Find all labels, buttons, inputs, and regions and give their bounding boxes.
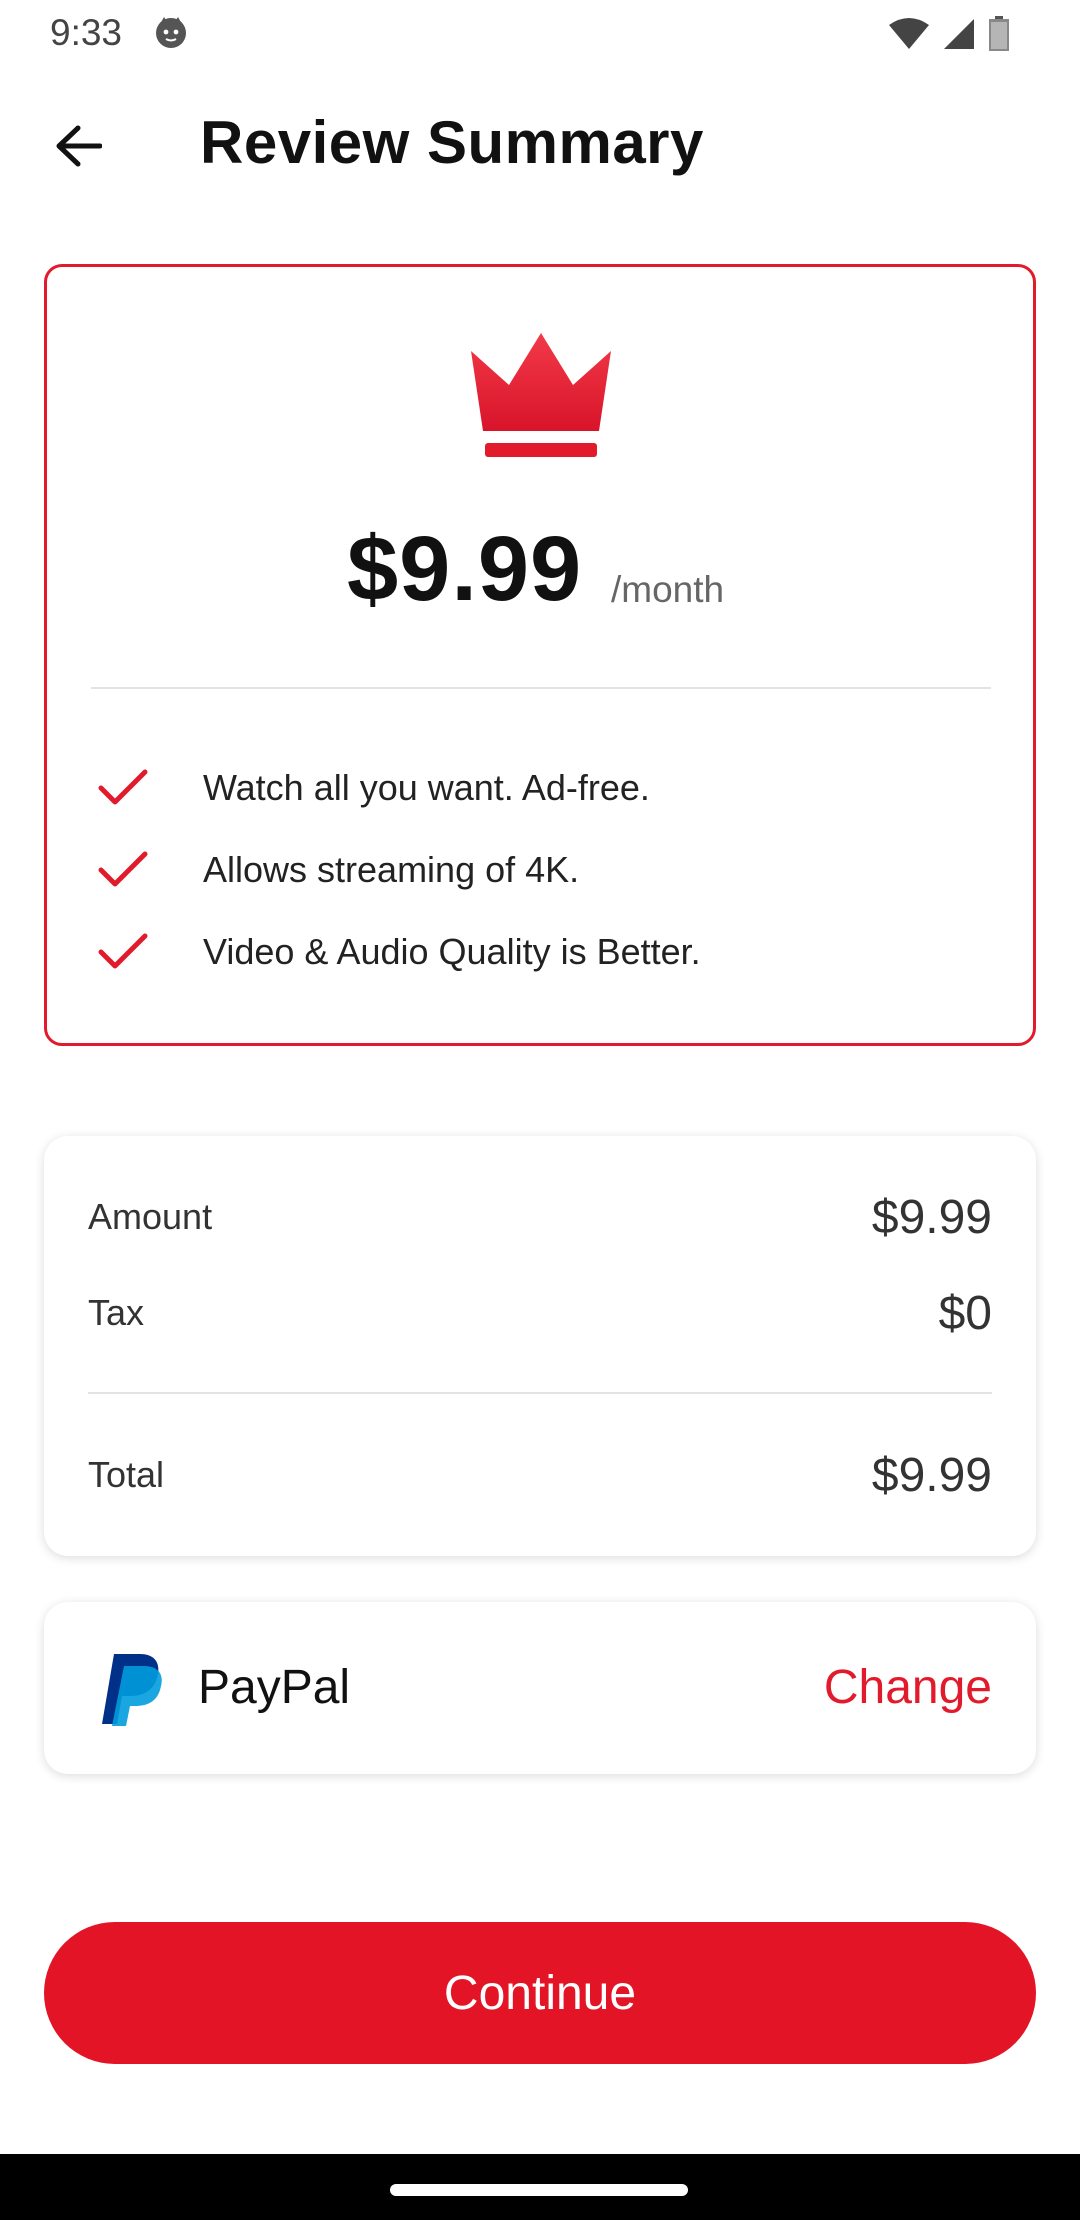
total-label: Total [88,1454,165,1495]
tax-value: $0 [938,1286,992,1340]
review-summary-screen: 9:33 Review Summary $9.99 /month Watch a… [0,0,1080,2220]
tax-label: Tax [88,1292,145,1333]
status-icons [888,16,1010,52]
plan-divider [91,687,991,689]
total-value: $9.99 [871,1448,992,1502]
paypal-logo-icon [102,1654,162,1726]
page-title: Review Summary [200,109,704,176]
wifi-icon [889,18,929,49]
home-indicator[interactable] [390,2184,688,2196]
payment-method-card: PayPal Change [44,1602,1036,1774]
feature-text: Allows streaming of 4K. [203,849,580,890]
plan-price: $9.99 [347,518,583,620]
amount-value: $9.99 [871,1190,992,1244]
feature-item: Watch all you want. Ad-free. [97,747,997,829]
check-icon [98,769,148,805]
feature-item: Allows streaming of 4K. [97,829,997,911]
app-header: Review Summary [0,96,1080,196]
change-payment-button[interactable]: Change [824,1660,992,1715]
continue-button[interactable]: Continue [44,1922,1036,2064]
crown-icon [471,333,611,457]
plan-period: /month [611,569,725,610]
status-bar: 9:33 [0,0,1080,66]
plan-card: $9.99 /month Watch all you want. Ad-free… [44,264,1036,1046]
feature-list: Watch all you want. Ad-free. Allows stre… [97,747,997,993]
summary-card: Amount $9.99 Tax $0 Total $9.99 [44,1136,1036,1556]
feature-item: Video & Audio Quality is Better. [97,911,997,993]
check-icon [98,933,148,969]
system-nav-bar [0,2154,1080,2220]
price-row: $9.99 /month [47,517,1033,627]
tax-row: Tax $0 [88,1278,992,1348]
check-icon [98,851,148,887]
amount-label: Amount [88,1196,213,1237]
total-row: Total $9.99 [88,1440,992,1510]
payment-method-name: PayPal [198,1661,351,1714]
status-time: 9:33 [50,12,123,53]
cat-notification-icon [156,17,186,48]
feature-text: Watch all you want. Ad-free. [203,767,650,808]
summary-divider [88,1392,992,1394]
battery-icon [989,16,1009,51]
amount-row: Amount $9.99 [88,1182,992,1252]
feature-text: Video & Audio Quality is Better. [203,931,701,972]
signal-icon [944,19,974,49]
arrow-left-icon [56,125,102,167]
back-button[interactable] [38,110,118,182]
